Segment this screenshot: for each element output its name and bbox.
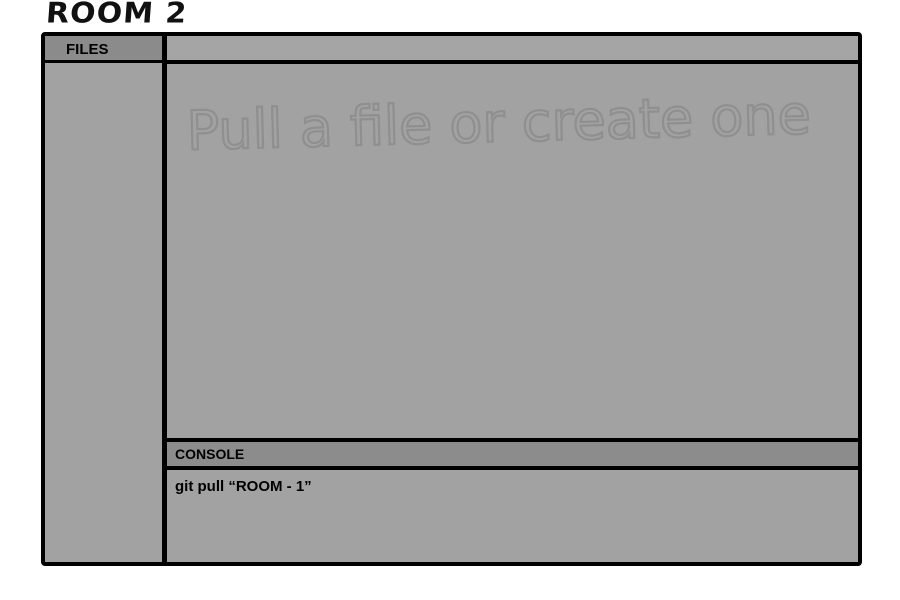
file-list[interactable] <box>45 63 162 562</box>
console-output[interactable]: git pull “ROOM - 1” <box>167 470 858 562</box>
console-panel-header: CONSOLE <box>167 438 858 470</box>
console-line: git pull “ROOM - 1” <box>175 478 312 495</box>
room-title: ROOM 2 <box>44 0 189 31</box>
main-window: FILES Pull a file or create one! CONSOLE… <box>41 32 862 566</box>
editor-tab-bar[interactable] <box>167 36 858 64</box>
console-panel-label: CONSOLE <box>175 446 245 462</box>
files-panel-header: FILES <box>45 36 162 63</box>
editor-area[interactable]: Pull a file or create one! <box>167 64 858 438</box>
empty-editor-hint: Pull a file or create one! <box>185 82 817 164</box>
app-root: ROOM 2 FILES Pull a file or create one! … <box>0 0 900 600</box>
empty-editor-hint-text: Pull a file or create one! <box>186 83 817 163</box>
files-panel-label: FILES <box>66 41 109 58</box>
